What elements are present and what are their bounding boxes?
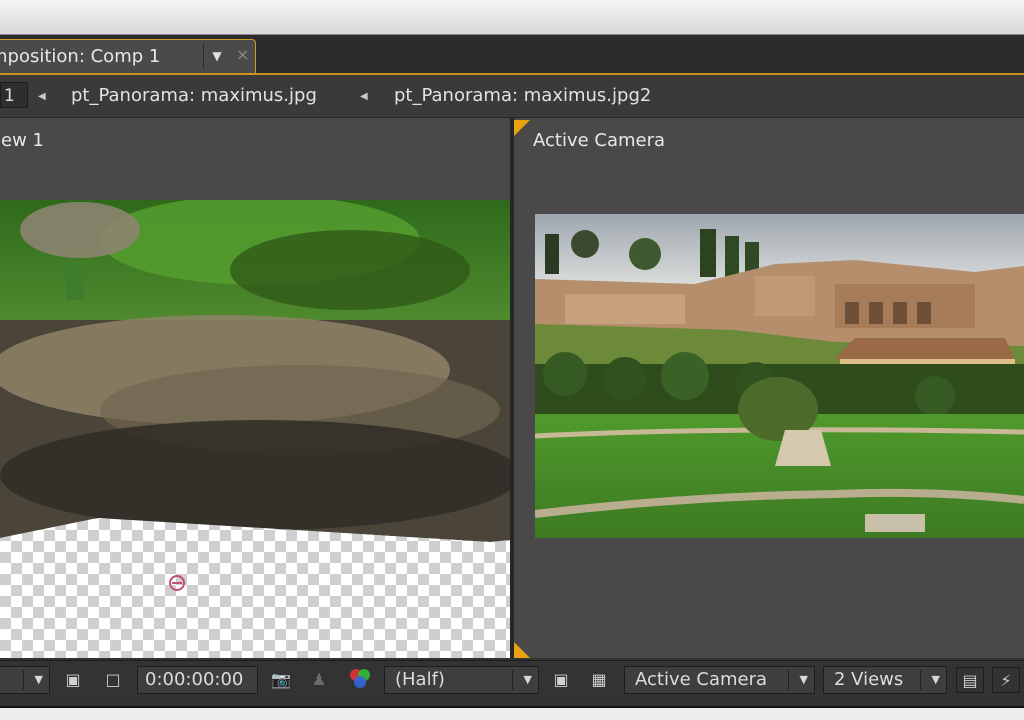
active-camera-render bbox=[535, 214, 1024, 538]
breadcrumb-item[interactable]: pt_Panorama: maximus.jpg bbox=[71, 85, 317, 106]
window-titlebar bbox=[0, 0, 1024, 35]
composition-window: mposition: Comp 1 ▼ × 1 ◀ pt_Panorama: m… bbox=[0, 0, 1024, 708]
view-label-right: Active Camera bbox=[533, 130, 666, 151]
tab-composition-label: mposition: Comp 1 bbox=[0, 46, 161, 67]
chevron-down-icon: ▼ bbox=[34, 673, 43, 686]
viewer-corner-marker bbox=[514, 642, 530, 658]
camera-snapshot-icon[interactable]: 📷 bbox=[266, 667, 296, 693]
transparency-grid-icon[interactable]: □ bbox=[98, 667, 128, 693]
color-channels-icon[interactable] bbox=[344, 667, 376, 693]
toggle-pixel-aspect-icon[interactable]: ▤ bbox=[956, 667, 984, 693]
frame-box[interactable]: 1 bbox=[0, 82, 28, 108]
timecode-field[interactable]: 0:00:00:00 bbox=[137, 666, 258, 694]
chevron-down-icon: ▼ bbox=[523, 673, 532, 686]
tab-menu-chevron-icon[interactable]: ▼ bbox=[203, 44, 230, 68]
tab-close-icon[interactable]: × bbox=[236, 45, 249, 64]
view-label-left: iew 1 bbox=[0, 130, 44, 151]
view-layout-value: 2 Views bbox=[834, 669, 904, 690]
breadcrumb-arrow-icon: ◀ bbox=[360, 91, 368, 102]
checkerboard-icon[interactable]: ▦ bbox=[585, 667, 613, 693]
breadcrumb-arrow-icon: ◀ bbox=[38, 91, 46, 102]
magnification-dropdown[interactable]: ▼ bbox=[0, 666, 50, 694]
panel-tab-bar: mposition: Comp 1 ▼ × bbox=[0, 35, 1024, 75]
show-snapshot-icon[interactable]: ♟ bbox=[306, 667, 332, 693]
view-layout-dropdown[interactable]: 2 Views ▼ bbox=[823, 666, 947, 694]
viewer-right[interactable]: Active Camera bbox=[514, 118, 1024, 658]
viewer-corner-marker bbox=[514, 120, 530, 136]
resolution-value: (Half) bbox=[395, 669, 445, 690]
viewer-left[interactable]: iew 1 bbox=[0, 118, 510, 658]
fast-previews-icon[interactable]: ▣ bbox=[547, 667, 575, 693]
chevron-down-icon: ▼ bbox=[799, 673, 808, 686]
chevron-down-icon: ▼ bbox=[931, 673, 940, 686]
camera-view-value: Active Camera bbox=[635, 669, 768, 690]
camera-view-dropdown[interactable]: Active Camera ▼ bbox=[624, 666, 815, 694]
breadcrumb: 1 ◀ pt_Panorama: maximus.jpg ◀ pt_Panora… bbox=[0, 75, 1024, 118]
custom-view-render bbox=[0, 200, 510, 658]
tab-composition[interactable]: mposition: Comp 1 ▼ × bbox=[0, 39, 256, 73]
viewer-controls-bar: ▼ ▣ □ 0:00:00:00 📷 ♟ (Half) ▼ ▣ ▦ Active… bbox=[0, 660, 1024, 699]
region-of-interest-icon[interactable]: ▣ bbox=[58, 667, 88, 693]
resolution-dropdown[interactable]: (Half) ▼ bbox=[384, 666, 539, 694]
breadcrumb-item[interactable]: pt_Panorama: maximus.jpg2 bbox=[394, 85, 651, 106]
fast-draft-icon[interactable]: ⚡ bbox=[992, 667, 1020, 693]
